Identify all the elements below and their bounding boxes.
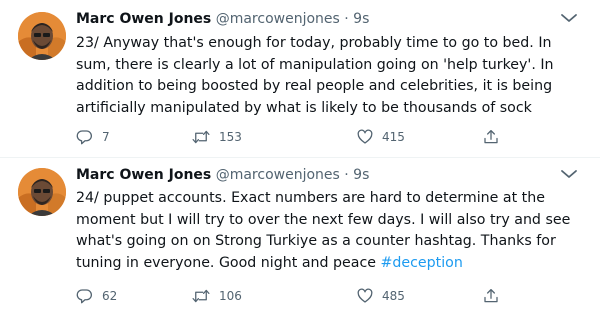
author-name[interactable]: Marc Owen Jones bbox=[76, 167, 211, 183]
retweet-icon bbox=[192, 289, 210, 303]
avatar[interactable] bbox=[18, 12, 66, 60]
separator-dot: · bbox=[344, 167, 349, 183]
author-handle[interactable]: @marcowenjones bbox=[216, 167, 340, 183]
author-name[interactable]: Marc Owen Jones bbox=[76, 11, 211, 27]
like-count: 415 bbox=[382, 130, 405, 144]
more-menu-button[interactable] bbox=[558, 166, 580, 182]
tweet-text-content: 23/ Anyway that's enough for today, prob… bbox=[76, 35, 554, 116]
avatar-image bbox=[18, 168, 66, 216]
like-button[interactable]: 485 bbox=[356, 286, 405, 306]
tweet-text: 24/ puppet accounts. Exact numbers are h… bbox=[76, 188, 586, 274]
reply-icon bbox=[76, 289, 92, 304]
reply-icon bbox=[76, 130, 92, 145]
timestamp[interactable]: 9s bbox=[353, 167, 369, 183]
tweet-text-content: 24/ puppet accounts. Exact numbers are h… bbox=[76, 190, 571, 271]
heart-icon bbox=[357, 129, 373, 144]
retweet-button[interactable]: 153 bbox=[191, 127, 242, 147]
retweet-button[interactable]: 106 bbox=[191, 286, 242, 306]
like-button[interactable]: 415 bbox=[356, 127, 405, 147]
chevron-down-icon bbox=[561, 14, 577, 22]
retweet-count: 106 bbox=[219, 289, 242, 303]
reply-button[interactable]: 62 bbox=[76, 286, 117, 306]
more-menu-button[interactable] bbox=[558, 10, 580, 26]
timestamp[interactable]: 9s bbox=[353, 11, 369, 27]
like-count: 485 bbox=[382, 289, 405, 303]
separator-dot: · bbox=[344, 11, 349, 27]
hashtag-link[interactable]: #deception bbox=[380, 255, 462, 271]
tweet-actions: 62 106 485 bbox=[76, 286, 596, 306]
heart-icon bbox=[357, 288, 373, 303]
share-button[interactable] bbox=[482, 127, 500, 147]
avatar-image bbox=[18, 12, 66, 60]
avatar[interactable] bbox=[18, 168, 66, 216]
retweet-count: 153 bbox=[219, 130, 242, 144]
chevron-down-icon bbox=[561, 170, 577, 178]
tweet[interactable]: Marc Owen Jones @marcowenjones · 9s 23/ … bbox=[0, 0, 600, 158]
tweet-text: 23/ Anyway that's enough for today, prob… bbox=[76, 33, 586, 119]
tweet-header: Marc Owen Jones @marcowenjones · 9s bbox=[76, 10, 369, 28]
retweet-icon bbox=[192, 130, 210, 144]
tweet-actions: 7 153 415 bbox=[76, 127, 596, 147]
author-handle[interactable]: @marcowenjones bbox=[216, 11, 340, 27]
tweet[interactable]: Marc Owen Jones @marcowenjones · 9s 24/ … bbox=[0, 158, 600, 320]
reply-button[interactable]: 7 bbox=[76, 127, 110, 147]
share-icon bbox=[484, 288, 498, 303]
share-icon bbox=[484, 129, 498, 144]
reply-count: 7 bbox=[102, 130, 110, 144]
tweet-header: Marc Owen Jones @marcowenjones · 9s bbox=[76, 166, 369, 184]
share-button[interactable] bbox=[482, 286, 500, 306]
reply-count: 62 bbox=[102, 289, 118, 303]
